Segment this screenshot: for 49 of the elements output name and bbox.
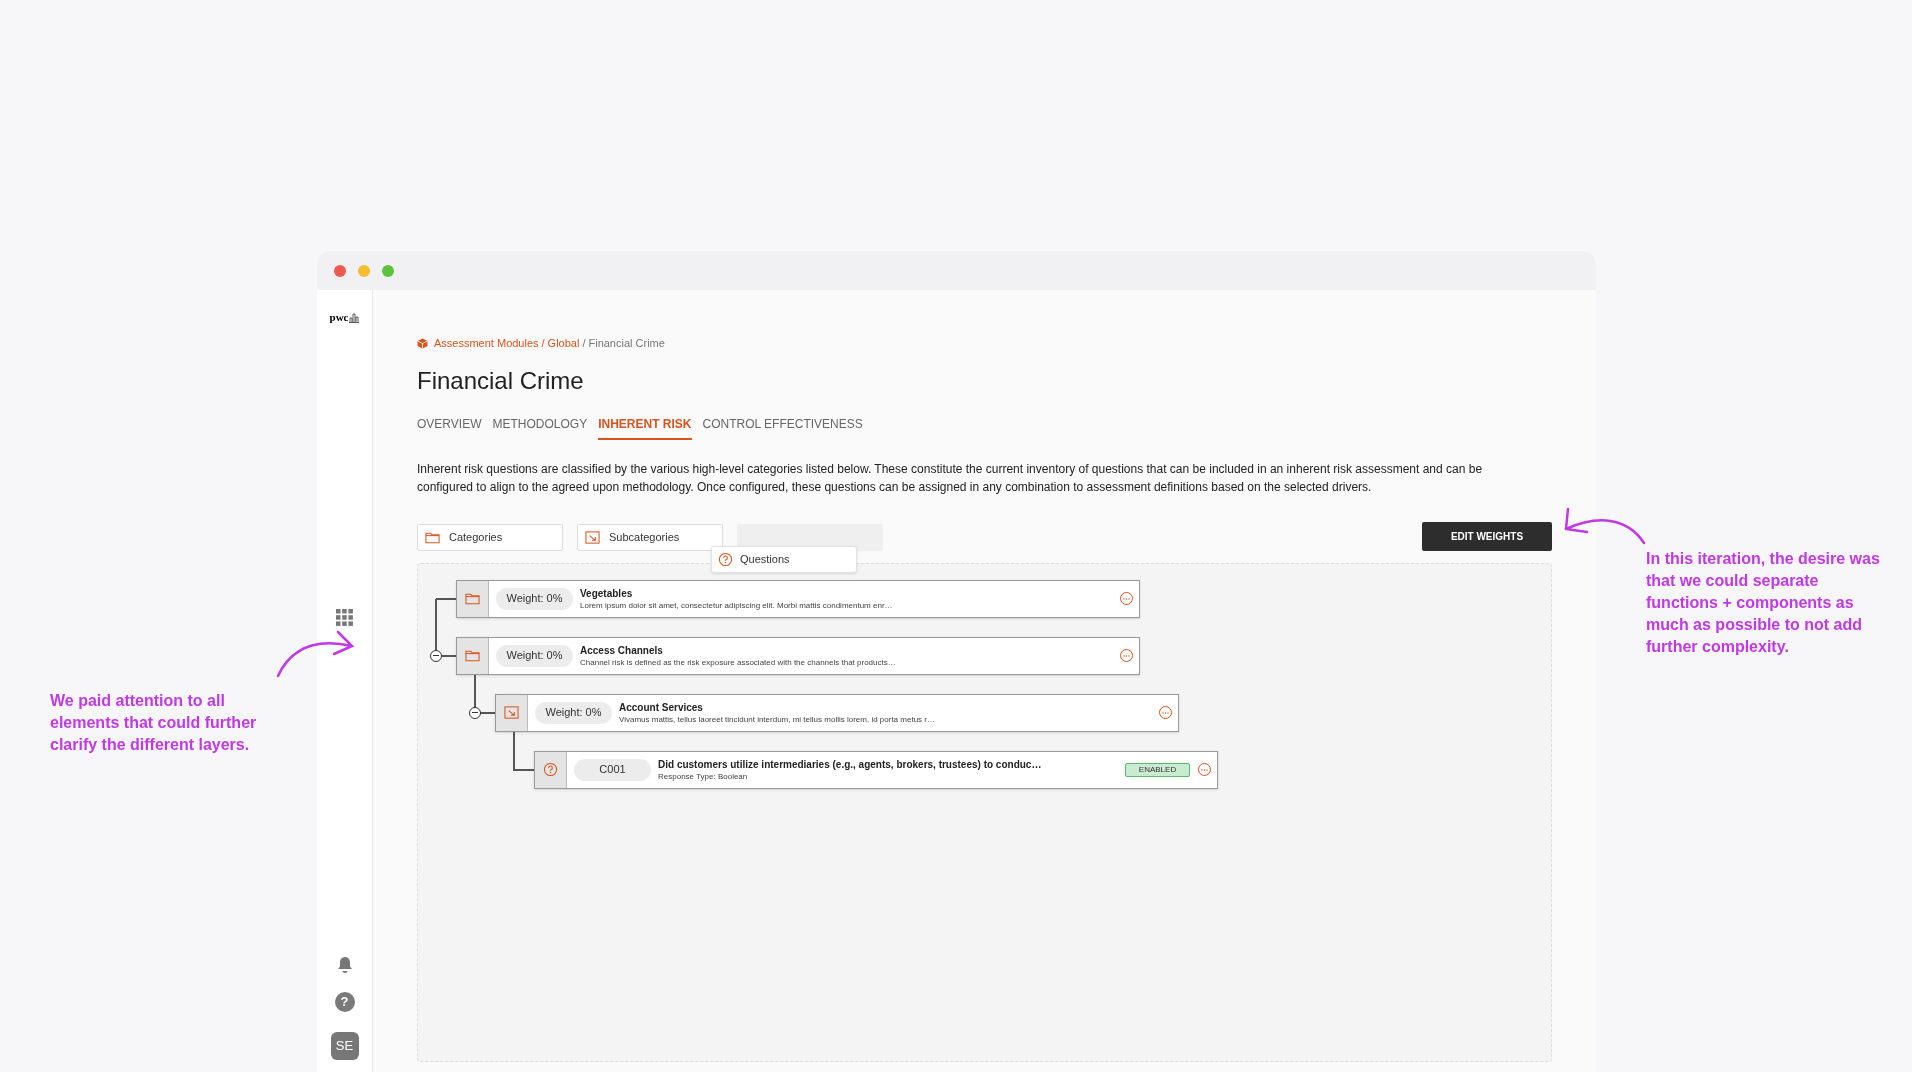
- page-title: Financial Crime: [417, 365, 585, 396]
- row-title: Access Channels: [580, 643, 664, 657]
- collapse-toggle[interactable]: [469, 706, 481, 719]
- breadcrumb-link[interactable]: Assessment Modules: [434, 335, 539, 352]
- tab[interactable]: OVERVIEW: [417, 414, 482, 440]
- question-icon: [543, 762, 558, 777]
- tab[interactable]: CONTROL EFFECTIVENESS: [702, 414, 863, 440]
- row-description: Channel risk is defined as the risk exposure associated with the channels that products…: [580, 656, 897, 668]
- row-title: Vegetables: [580, 586, 634, 600]
- collapse-toggle[interactable]: [430, 649, 442, 662]
- logo[interactable]: pwc: [329, 312, 360, 323]
- cube-icon: [417, 337, 428, 349]
- apps-grid-icon[interactable]: [336, 609, 353, 626]
- weight-pill: Weight: 0%: [535, 701, 612, 724]
- tab[interactable]: INHERENT RISK: [598, 414, 692, 440]
- questions-dropdown[interactable]: Questions: [711, 545, 857, 573]
- breadcrumb-current: Financial Crime: [588, 336, 665, 351]
- logo-icon: [349, 312, 360, 323]
- breadcrumb-separator: /: [582, 336, 586, 351]
- tree-row[interactable]: Weight: 0% Vegetables Lorem ipsum dolor sit amet, consectetur adipiscing elit. Morbi mattis condimentum enr…: [456, 579, 1140, 618]
- maximize-button[interactable]: [382, 264, 394, 277]
- row-title: Did customers utilize intermediaries (e.g., agents, brokers, trustees) to conduc…: [658, 757, 1043, 771]
- description: Inherent risk questions are classified by the various high-level categories listed below. These constitute the current inventory of questions that can be included in an inherent risk assessment and can be configured to align to the agreed upon methodology. Once configured, these questions can be assigned in any combination to assessment definitions based on the selected drivers.: [417, 460, 1484, 496]
- filter-button[interactable]: Categories: [417, 523, 563, 551]
- breadcrumb-separator: /: [541, 336, 545, 351]
- tree-row[interactable]: Weight: 0% Access Channels Channel risk is defined as the risk exposure associated with the channels that products…: [456, 636, 1140, 675]
- row-title: Account Services: [619, 700, 704, 714]
- row-description: Lorem ipsum dolor sit amet, consectetur adipiscing elit. Morbi mattis condimentum enr…: [580, 599, 894, 611]
- weight-pill: Weight: 0%: [496, 587, 573, 610]
- close-button[interactable]: [334, 264, 346, 277]
- filter-button[interactable]: Subcategories: [577, 523, 723, 551]
- tab[interactable]: METHODOLOGY: [492, 414, 588, 440]
- tree-row[interactable]: Weight: 0% Account Services Vivamus mattis, tellus laoreet tincidunt interdum, mi tellus mollis lorem, id porta metus r…: [495, 693, 1179, 732]
- question-icon: [718, 551, 733, 567]
- folder-icon: [465, 591, 480, 606]
- row-description: Response Type: Boolean: [658, 770, 749, 782]
- user-avatar[interactable]: SE: [330, 1032, 359, 1060]
- help-icon[interactable]: ?: [334, 992, 355, 1012]
- logo-text: pwc: [329, 312, 349, 323]
- weight-pill: C001: [574, 758, 651, 781]
- edit-weights-button[interactable]: EDIT WEIGHTS: [1422, 521, 1552, 551]
- annotation-text: We paid attention to all elements that could further clarify the different layers.: [50, 691, 258, 755]
- status-badge: ENABLED: [1125, 762, 1190, 777]
- folder-icon: [465, 648, 480, 663]
- breadcrumb-link[interactable]: Global: [547, 335, 580, 352]
- weight-pill: Weight: 0%: [496, 644, 573, 667]
- row-description: Vivamus mattis, tellus laoreet tincidunt interdum, mi tellus mollis lorem, id porta metus r…: [619, 713, 936, 725]
- annotation-text: In this iteration, the desire was that we could separate functions + components as much as possible to not add further complexity.: [1646, 549, 1881, 657]
- tree-row[interactable]: C001 Did customers utilize intermediaries (e.g., agents, brokers, trustees) to conduc… Response Type: Boolean ENABLED: [534, 750, 1218, 789]
